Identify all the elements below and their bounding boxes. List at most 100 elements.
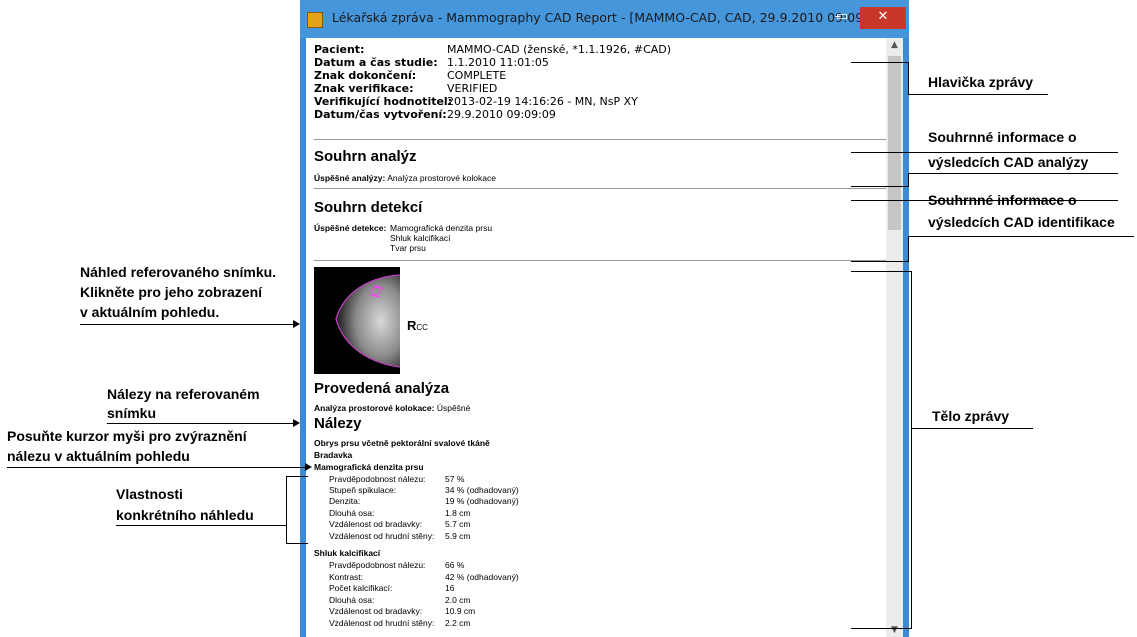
finding-property: Vzdálenost od bradavky: 5.7 cm	[329, 519, 471, 529]
header-row-study-date: Datum a čas studie: 1.1.2010 11:01:05	[314, 56, 549, 69]
property-value: 5.9 cm	[445, 531, 471, 541]
analysis-summary-label: Úspěšné analýzy:	[314, 173, 386, 183]
annotation-detection-summary-2: výsledcích CAD identifikace	[928, 214, 1115, 230]
finding-group-title[interactable]: Mamografická denzita prsu	[314, 462, 424, 472]
performed-analysis-value: Úspěšné	[436, 403, 471, 413]
finding-property: Počet kalcifikací: 16	[329, 583, 454, 593]
callout-line	[80, 324, 294, 325]
property-label: Pravděpodobnost nálezu:	[329, 474, 426, 484]
referenced-image-thumbnail[interactable]	[314, 267, 400, 374]
callout-line	[107, 423, 294, 424]
maximize-button[interactable]: ▭	[832, 7, 852, 29]
property-value: 1.8 cm	[445, 508, 471, 518]
finding-property: Vzdálenost od hrudní stěny: 2.2 cm	[329, 618, 471, 628]
callout-line	[908, 173, 1118, 174]
property-value: 16	[445, 583, 455, 593]
annotation-detection-summary-1: Souhrnné informace o	[928, 192, 1077, 208]
arrow-icon	[293, 320, 300, 328]
arrow-icon	[293, 419, 300, 427]
view-label: RCC	[407, 317, 428, 335]
window-title: Lékařská zpráva - Mammography CAD Report…	[332, 10, 889, 25]
callout-line	[908, 173, 909, 187]
property-value: 2.2 cm	[445, 618, 471, 628]
header-row-completion: Znak dokončení: COMPLETE	[314, 69, 506, 82]
annotation-findings-2: snímku	[107, 405, 157, 421]
finding-property: Vzdálenost od bradavky: 10.9 cm	[329, 606, 475, 616]
property-label: Vzdálenost od hrudní stěny:	[329, 531, 435, 541]
property-label: Denzita:	[329, 496, 361, 506]
header-label: Datum a čas studie:	[314, 56, 438, 69]
property-value: 34 % (odhadovaný)	[445, 485, 519, 495]
title-bar[interactable]: Lékařská zpráva - Mammography CAD Report…	[300, 0, 909, 38]
report-window: Lékařská zpráva - Mammography CAD Report…	[300, 0, 909, 637]
scroll-up-arrow-icon[interactable]: ▲	[886, 38, 903, 52]
property-value: 57 %	[445, 474, 465, 484]
finding-property: Stupeň spikulace: 34 % (odhadovaný)	[329, 485, 519, 495]
property-label: Počet kalcifikací:	[329, 583, 393, 593]
header-label: Pacient:	[314, 43, 365, 56]
header-value: COMPLETE	[447, 69, 507, 82]
annotation-analysis-summary-1: Souhrnné informace o	[928, 129, 1077, 145]
view-code: CC	[416, 323, 428, 332]
annotation-preview-1: Náhled referovaného snímku.	[80, 264, 277, 280]
header-value: MAMMO-CAD (ženské, *1.1.1926, #CAD)	[447, 43, 672, 56]
callout-line	[116, 525, 286, 526]
separator	[314, 139, 887, 140]
callout-line	[851, 186, 909, 187]
callout-line	[7, 467, 306, 468]
property-value: 2.0 cm	[445, 595, 471, 605]
finding-item[interactable]: Obrys prsu včetně pektorální svalové tká…	[314, 438, 490, 448]
analysis-summary-line: Úspěšné analýzy: Analýza prostorové kolo…	[314, 173, 496, 183]
findings-title: Nálezy	[314, 415, 362, 432]
detection-item: Mamografická denzita prsu	[390, 223, 493, 233]
header-label: Datum/čas vytvoření:	[314, 108, 447, 121]
scrollbar-thumb[interactable]	[888, 56, 901, 230]
property-value: 10.9 cm	[445, 606, 476, 616]
finding-item[interactable]: Bradavka	[314, 450, 352, 460]
separator	[314, 188, 887, 189]
finding-property: Vzdálenost od hrudní stěny: 5.9 cm	[329, 531, 471, 541]
callout-line	[286, 543, 308, 544]
property-label: Vzdálenost od hrudní stěny:	[329, 618, 435, 628]
detection-summary-title: Souhrn detekcí	[314, 199, 423, 216]
property-label: Stupeň spikulace:	[329, 485, 397, 495]
finding-property: Pravděpodobnost nálezu: 66 %	[329, 560, 464, 570]
header-row-created: Datum/čas vytvoření:29.9.2010 09:09:09	[314, 108, 556, 121]
detection-item: Shluk kalcifikací	[390, 233, 451, 243]
annotation-hover-1: Posuňte kurzor myši pro zvýraznění	[7, 428, 247, 444]
annotation-props-2: konkrétního náhledu	[116, 507, 254, 523]
property-value: 5.7 cm	[445, 519, 471, 529]
callout-line	[908, 94, 1048, 95]
mammogram-image	[335, 274, 400, 368]
property-value: 42 % (odhadovaný)	[445, 572, 519, 582]
annotation-header: Hlavička zprávy	[928, 74, 1034, 90]
detection-summary-label: Úspěšné detekce:	[314, 223, 387, 233]
property-label: Dlouhá osa:	[329, 595, 375, 605]
performed-analysis-line: Analýza prostorové kolokace: Úspěšné	[314, 403, 470, 413]
header-row-verifier: Verifikující hodnotitel:2013-02-19 14:16…	[314, 95, 638, 108]
analysis-summary-title: Souhrn analýz	[314, 148, 417, 165]
view-letter: R	[407, 318, 417, 333]
property-value: 19 % (odhadovaný)	[445, 496, 519, 506]
finding-property: Pravděpodobnost nálezu: 57 %	[329, 474, 464, 484]
close-button[interactable]: ✕	[860, 7, 906, 29]
callout-line	[911, 271, 912, 629]
app-icon	[307, 12, 323, 28]
header-value: VERIFIED	[447, 82, 498, 95]
scroll-down-arrow-icon[interactable]: ▼	[886, 623, 903, 637]
performed-analysis-label: Analýza prostorové kolokace:	[314, 403, 435, 413]
callout-line	[851, 628, 912, 629]
annotation-body: Tělo zprávy	[932, 408, 1010, 424]
finding-group-title[interactable]: Shluk kalcifikací	[314, 548, 380, 558]
annotation-hover-2: nálezu v aktuálním pohledu	[7, 448, 190, 464]
vertical-scrollbar[interactable]: ▲ ▼	[886, 38, 903, 637]
property-label: Dlouhá osa:	[329, 508, 375, 518]
property-label: Pravděpodobnost nálezu:	[329, 560, 426, 570]
report-content: Pacient: MAMMO-CAD (ženské, *1.1.1926, #C…	[306, 38, 903, 637]
callout-line	[851, 261, 909, 262]
finding-property: Kontrast: 42 % (odhadovaný)	[329, 572, 519, 582]
header-label: Znak dokončení:	[314, 69, 417, 82]
callout-line	[908, 236, 909, 262]
annotation-preview-3: v aktuálním pohledu.	[80, 304, 220, 320]
property-label: Kontrast:	[329, 572, 364, 582]
